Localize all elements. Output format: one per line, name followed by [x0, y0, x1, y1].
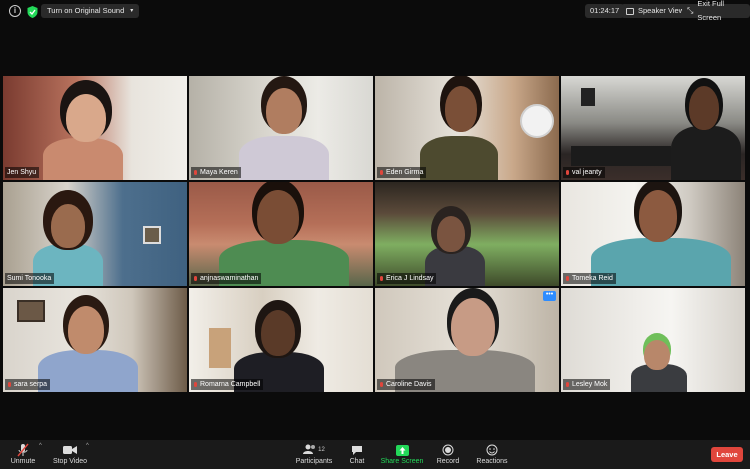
participant-name-tag: sara serpa — [5, 379, 51, 390]
participant-name-tag: Jen Shyu — [5, 167, 40, 178]
participant-name: Jen Shyu — [7, 169, 37, 176]
stop-video-button[interactable]: Stop Video — [50, 443, 90, 465]
record-button[interactable]: Record — [434, 443, 462, 465]
participant-name: sara serpa — [14, 381, 48, 388]
share-screen-button[interactable]: Share Screen — [380, 443, 424, 465]
video-tile[interactable]: Jen Shyu — [3, 76, 187, 180]
participant-name-tag: Caroline Davis — [377, 379, 435, 390]
video-tile[interactable]: Romarna Campbell — [189, 288, 373, 392]
participant-name-tag: Maya Keren — [191, 167, 241, 178]
unmute-button[interactable]: Unmute — [8, 443, 38, 465]
reactions-label: Reactions — [476, 458, 508, 465]
video-tile[interactable]: Lesley Mok — [561, 288, 745, 392]
muted-icon — [565, 275, 570, 282]
muted-icon — [193, 169, 198, 176]
video-tile[interactable]: Sumi Tonooka — [3, 182, 187, 286]
video-tile[interactable]: ••• Caroline Davis — [375, 288, 559, 392]
top-bar: i Turn on Original Sound ▾ 01:24:17 Spea… — [0, 0, 750, 22]
video-tile[interactable]: Maya Keren — [189, 76, 373, 180]
speaker-view-button[interactable]: Speaker View — [621, 4, 690, 18]
video-gallery: Jen Shyu Maya Keren Eden Girma val jeant… — [3, 76, 747, 393]
video-options-caret-icon[interactable]: ^ — [86, 443, 89, 449]
chat-bubble-icon — [345, 443, 369, 457]
video-tile[interactable]: anjnaswaminathan — [189, 182, 373, 286]
video-tile[interactable]: Eden Girma — [375, 76, 559, 180]
more-options-button[interactable]: ••• — [543, 291, 556, 301]
participant-name: val jeanty — [572, 169, 602, 176]
participant-name: Caroline Davis — [386, 381, 432, 388]
stop-video-label: Stop Video — [52, 458, 88, 465]
participant-name: Maya Keren — [200, 169, 238, 176]
participant-name: Romarna Campbell — [200, 381, 261, 388]
chat-button[interactable]: Chat — [345, 443, 369, 465]
participant-name-tag: val jeanty — [563, 167, 605, 178]
participant-name-tag: Erica J Lindsay — [377, 273, 437, 284]
muted-icon — [193, 381, 198, 388]
reactions-button[interactable]: Reactions — [474, 443, 510, 465]
share-screen-icon — [380, 443, 424, 457]
participant-name: anjnaswaminathan — [200, 275, 259, 282]
participants-button[interactable]: 12 Participants — [293, 443, 335, 465]
meeting-controls-bar: Unmute ^ Stop Video ^ 12 Participants Ch… — [0, 440, 750, 469]
unmute-label: Unmute — [10, 458, 36, 465]
muted-icon — [379, 381, 384, 388]
participants-label: Participants — [295, 458, 333, 465]
meeting-timer: 01:24:17 — [585, 4, 625, 18]
participant-name: Erica J Lindsay — [386, 275, 434, 282]
chevron-down-icon: ▾ — [130, 8, 134, 14]
chat-label: Chat — [349, 458, 365, 465]
video-tile-active-speaker[interactable]: val jeanty — [561, 76, 745, 180]
participant-name: Eden Girma — [386, 169, 424, 176]
exit-fullscreen-label: Exit Full Screen — [697, 0, 725, 22]
participant-name-tag: Romarna Campbell — [191, 379, 264, 390]
muted-microphone-icon — [8, 443, 38, 457]
record-icon — [434, 443, 462, 457]
reactions-icon — [474, 443, 510, 457]
participant-name: Lesley Mok — [572, 381, 608, 388]
participant-name-tag: Tomeka Reid — [563, 273, 616, 284]
muted-icon — [379, 275, 384, 282]
participant-name: Tomeka Reid — [572, 275, 613, 282]
speaker-view-label: Speaker View — [638, 6, 685, 15]
participant-name-tag: Eden Girma — [377, 167, 427, 178]
exit-fullscreen-icon: ⤡ — [687, 6, 694, 15]
video-tile[interactable]: Tomeka Reid — [561, 182, 745, 286]
participant-name: Sumi Tonooka — [7, 275, 52, 282]
participant-name-tag: Sumi Tonooka — [5, 273, 55, 284]
original-sound-label: Turn on Original Sound — [47, 6, 125, 15]
muted-icon — [7, 381, 12, 388]
exit-fullscreen-button[interactable]: ⤡ Exit Full Screen — [682, 0, 750, 22]
participants-icon — [303, 444, 317, 456]
shield-icon[interactable] — [27, 5, 39, 18]
audio-options-caret-icon[interactable]: ^ — [39, 443, 42, 449]
participant-name-tag: anjnaswaminathan — [191, 273, 262, 284]
video-tile[interactable]: Erica J Lindsay — [375, 182, 559, 286]
participants-count: 12 — [318, 447, 325, 453]
leave-button[interactable]: Leave — [711, 447, 743, 462]
muted-icon — [193, 275, 198, 282]
share-screen-label: Share Screen — [380, 458, 424, 465]
speaker-view-icon — [626, 7, 634, 15]
original-sound-button[interactable]: Turn on Original Sound ▾ — [41, 4, 140, 18]
participant-name-tag: Lesley Mok — [563, 379, 611, 390]
video-tile[interactable]: sara serpa — [3, 288, 187, 392]
muted-icon — [379, 169, 384, 176]
muted-icon — [565, 169, 570, 176]
record-label: Record — [436, 458, 460, 465]
info-icon[interactable]: i — [9, 5, 21, 17]
muted-icon — [565, 381, 570, 388]
video-camera-icon — [50, 443, 90, 457]
